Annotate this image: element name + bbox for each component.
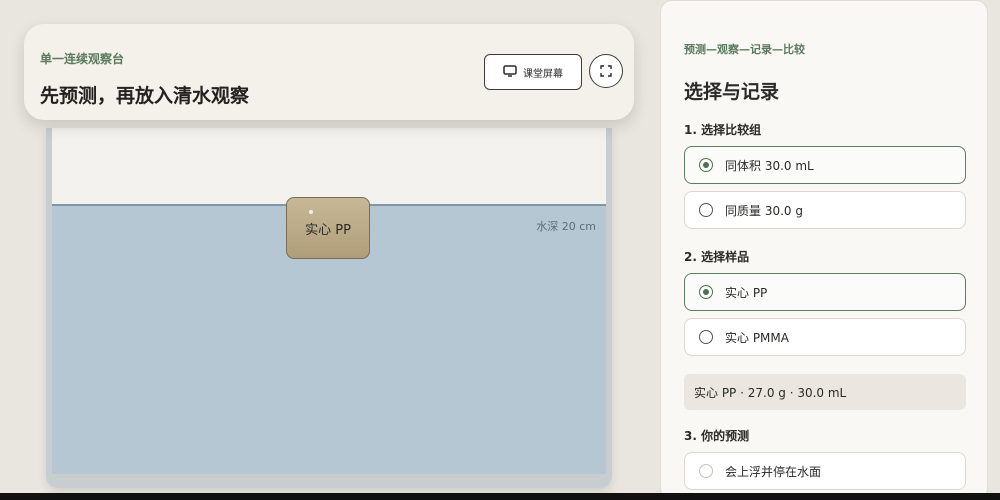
- observation-stage: 水深 20 cm 实心 PP 单一连续观察台 先预测，再放入清水观察 课堂屏幕: [0, 0, 650, 500]
- radio-icon: [699, 158, 713, 172]
- option-label: 同质量 30.0 g: [725, 203, 803, 218]
- radio-icon: [699, 330, 713, 344]
- sample-block[interactable]: 实心 PP: [286, 197, 370, 259]
- radio-icon: [699, 285, 713, 299]
- water-depth-label: 水深 20 cm: [536, 220, 596, 233]
- radio-icon: [699, 464, 713, 478]
- option-label: 实心 PMMA: [725, 330, 789, 345]
- option-same-mass[interactable]: 同质量 30.0 g: [684, 191, 966, 229]
- tank-air-space: [52, 128, 606, 204]
- option-label: 同体积 30.0 mL: [725, 158, 814, 173]
- sample-highlight: [309, 210, 313, 214]
- option-sample-pmma[interactable]: 实心 PMMA: [684, 318, 966, 356]
- option-label: 会上浮并停在水面: [725, 464, 822, 479]
- section-label-sample: 2. 选择样品: [684, 250, 750, 264]
- expand-icon: [600, 62, 612, 81]
- section-label-comparison-group: 1. 选择比较组: [684, 123, 762, 137]
- water-tank: 水深 20 cm 实心 PP: [46, 128, 612, 488]
- page-title: 先预测，再放入清水观察: [40, 85, 250, 107]
- option-sample-pp[interactable]: 实心 PP: [684, 273, 966, 311]
- classroom-screen-button[interactable]: 课堂屏幕: [484, 54, 582, 90]
- header-kicker: 单一连续观察台: [40, 52, 125, 66]
- fullscreen-button[interactable]: [589, 54, 623, 88]
- panel-title: 选择与记录: [684, 81, 780, 103]
- bottom-bar: [0, 493, 1000, 500]
- option-label: 实心 PP: [725, 285, 768, 300]
- section-label-prediction: 3. 你的预测: [684, 429, 750, 443]
- panel-kicker: 预测—观察—记录—比较: [684, 43, 805, 56]
- record-panel: 预测—观察—记录—比较 选择与记录 1. 选择比较组 同体积 30.0 mL 同…: [660, 0, 988, 500]
- classroom-screen-label: 课堂屏幕: [523, 68, 563, 80]
- radio-icon: [699, 203, 713, 217]
- option-same-volume[interactable]: 同体积 30.0 mL: [684, 146, 966, 184]
- monitor-icon: [503, 64, 517, 80]
- sample-label: 实心 PP: [305, 222, 351, 238]
- sample-summary: 实心 PP · 27.0 g · 30.0 mL: [684, 374, 966, 410]
- option-prediction-float[interactable]: 会上浮并停在水面: [684, 452, 966, 490]
- header-card: 单一连续观察台 先预测，再放入清水观察 课堂屏幕: [24, 24, 634, 120]
